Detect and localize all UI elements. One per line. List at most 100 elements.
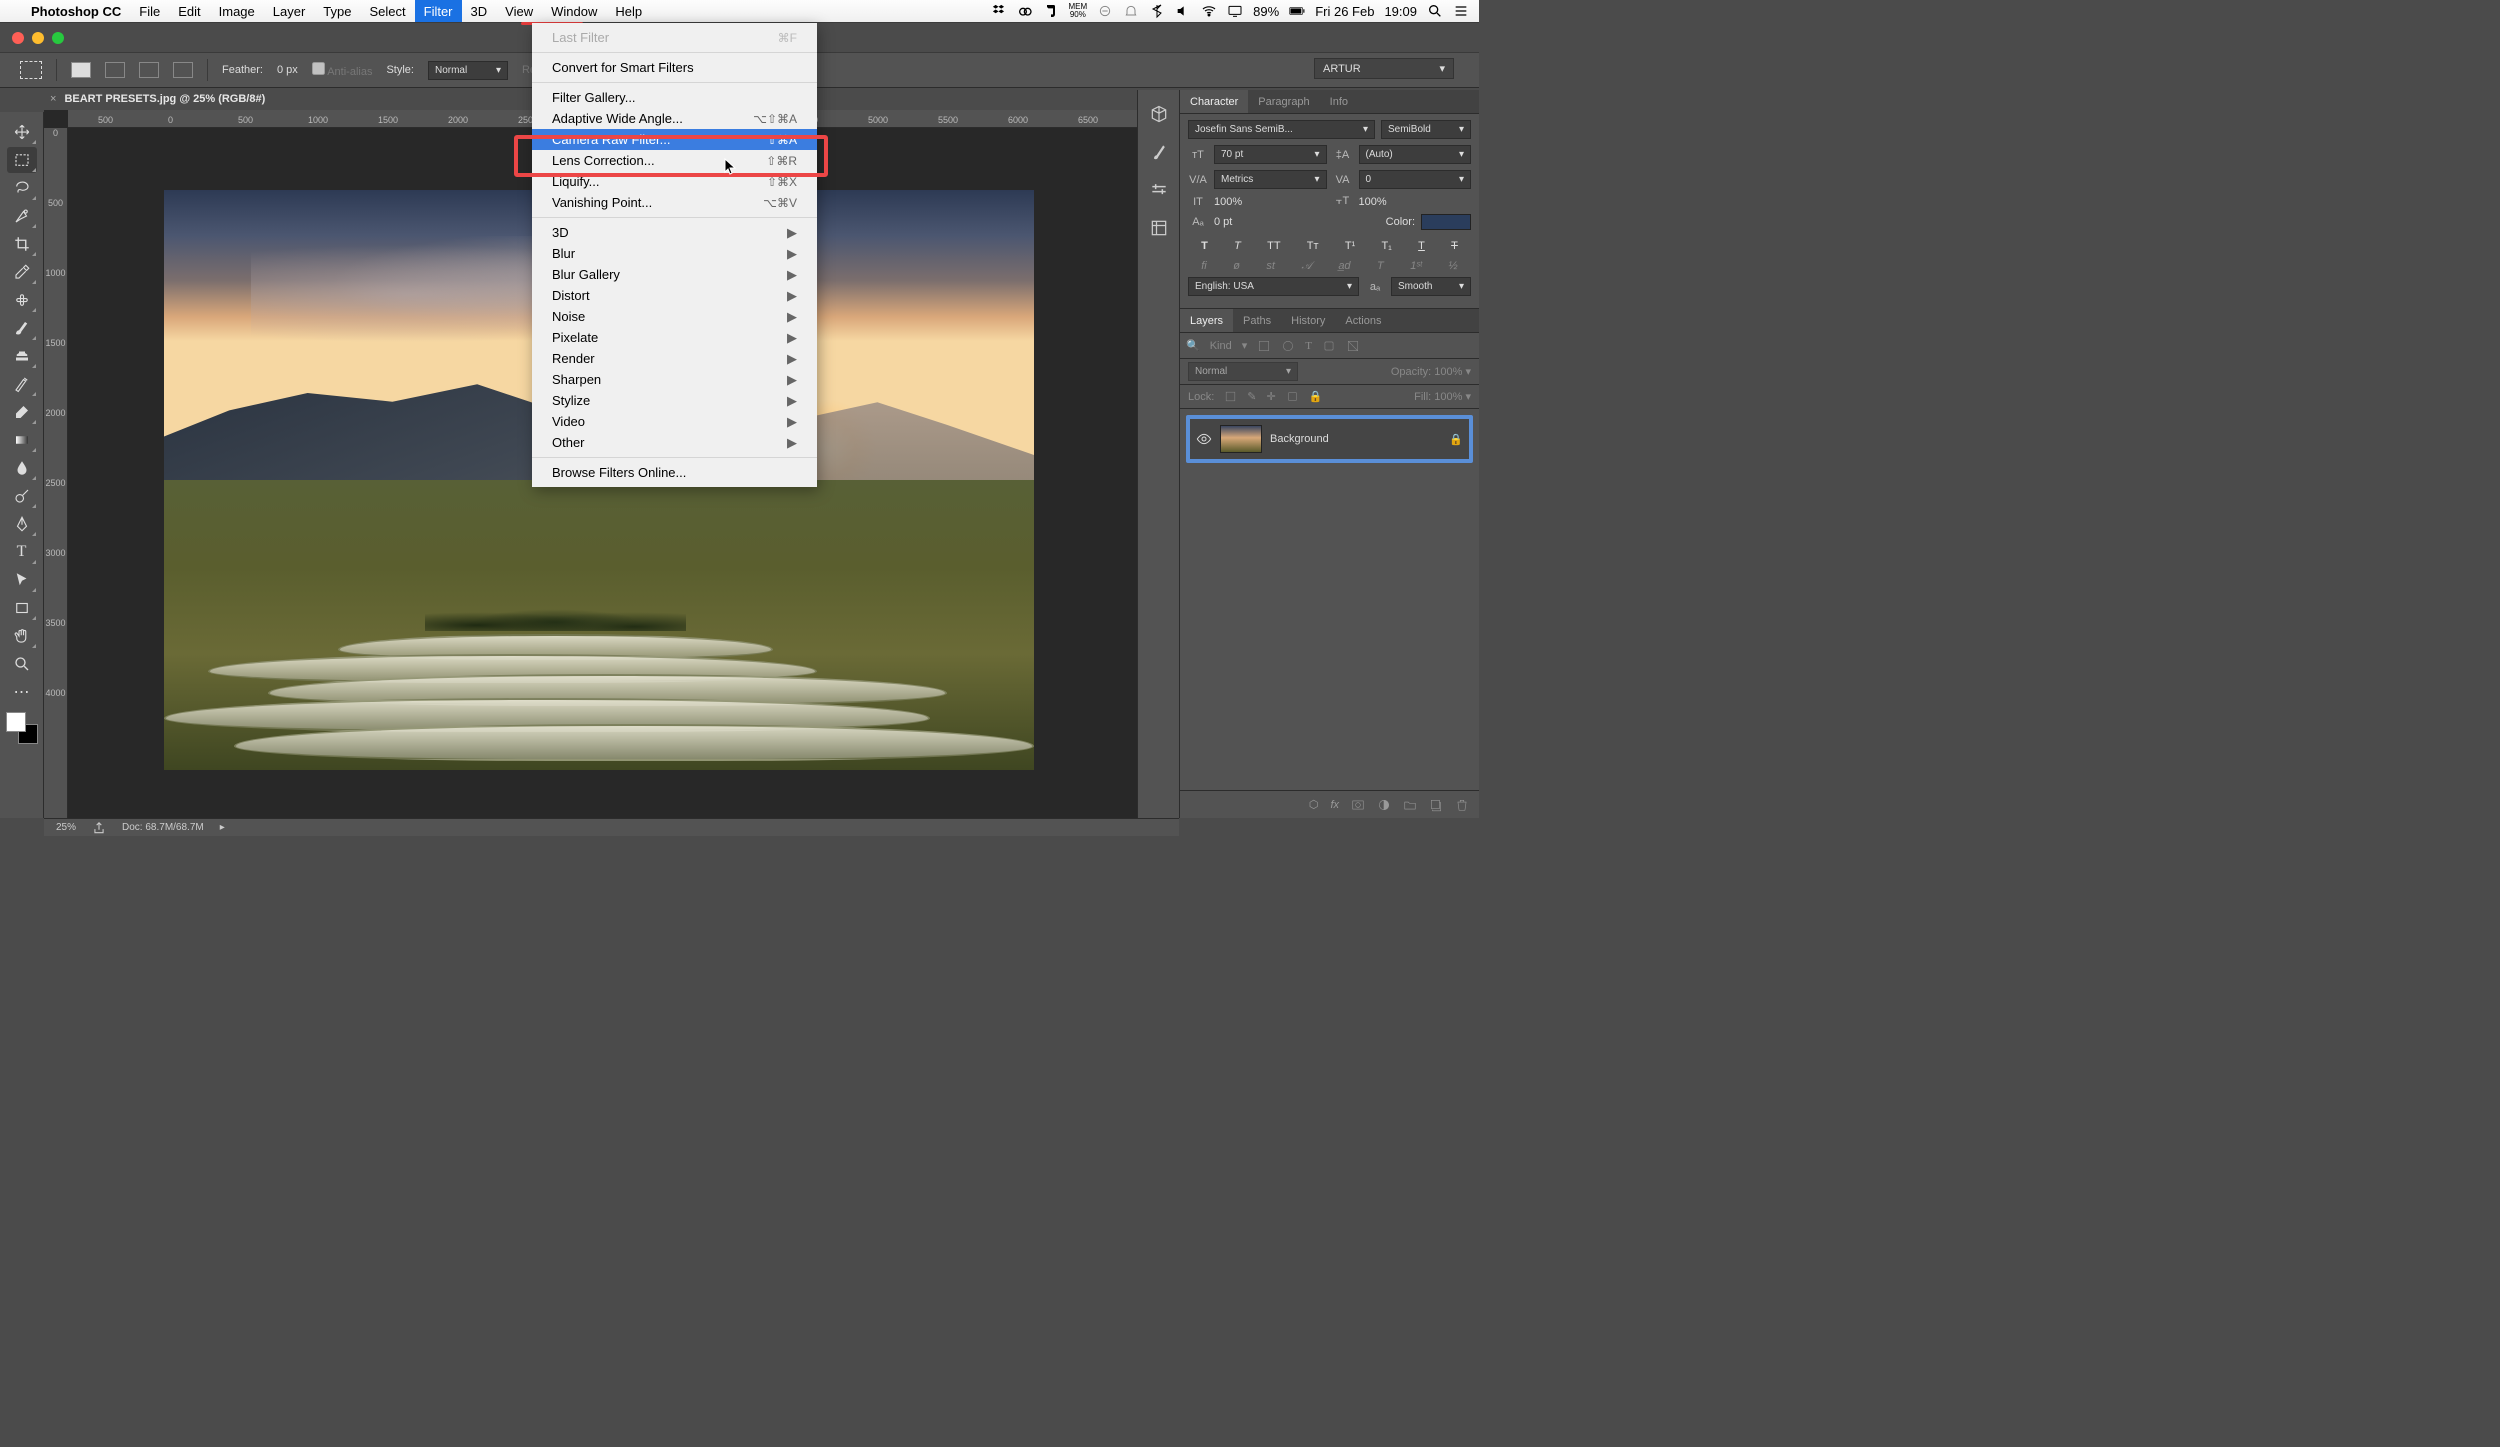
blend-mode-select[interactable]: Normal▾ [1188,362,1298,381]
maximize-window-button[interactable] [52,32,64,44]
adjustment-layer-icon[interactable] [1377,798,1391,812]
feather-value[interactable]: 0 px [277,64,298,76]
crop-tool[interactable] [7,231,37,257]
display-icon[interactable] [1227,3,1243,19]
do-not-disturb-icon[interactable] [1097,3,1113,19]
menu-file[interactable]: File [130,0,169,22]
lock-paint-icon[interactable]: ✎ [1247,390,1256,403]
menuitem-convert-smart-filters[interactable]: Convert for Smart Filters [532,57,817,78]
tab-history[interactable]: History [1281,309,1335,332]
document-tab[interactable]: BEART PRESETS.jpg @ 25% (RGB/8#) [64,93,265,105]
menuitem-render[interactable]: Render▶ [532,348,817,369]
zoom-tool[interactable] [7,651,37,677]
zoom-level[interactable]: 25% [56,822,76,833]
edit-toolbar-button[interactable]: ⋯ [7,679,37,705]
blur-tool[interactable] [7,455,37,481]
doc-size[interactable]: Doc: 68.7M/68.7M [122,822,204,833]
workspace-preset-select[interactable]: ARTUR▾ [1314,58,1454,79]
battery-percent[interactable]: 89% [1253,4,1279,19]
menu-select[interactable]: Select [360,0,414,22]
close-window-button[interactable] [12,32,24,44]
menu-edit[interactable]: Edit [169,0,209,22]
menu-view[interactable]: View [496,0,542,22]
menuitem-browse-filters-online[interactable]: Browse Filters Online... [532,462,817,483]
filter-smart-icon[interactable] [1346,339,1360,353]
tab-paragraph[interactable]: Paragraph [1248,90,1319,113]
menuitem-blur[interactable]: Blur▶ [532,243,817,264]
selection-intersect-icon[interactable] [173,62,193,78]
menuitem-filter-gallery[interactable]: Filter Gallery... [532,87,817,108]
history-brush-tool[interactable] [7,371,37,397]
tab-paths[interactable]: Paths [1233,309,1281,332]
tab-character[interactable]: Character [1180,90,1248,113]
menu-app[interactable]: Photoshop CC [22,0,130,22]
style-select[interactable]: Normal▾ [428,61,508,80]
layer-thumbnail[interactable] [1220,425,1262,453]
filter-kind[interactable]: Kind [1210,340,1232,352]
menuitem-distort[interactable]: Distort▶ [532,285,817,306]
menuitem-video[interactable]: Video▶ [532,411,817,432]
baseline-value[interactable]: 0 pt [1214,216,1380,228]
healing-brush-tool[interactable] [7,287,37,313]
leading-select[interactable]: (Auto)▾ [1359,145,1472,164]
selection-add-icon[interactable] [105,62,125,78]
move-tool[interactable] [7,119,37,145]
filter-type-icon[interactable]: T [1305,340,1312,352]
share-icon[interactable] [92,821,106,835]
eyedropper-tool[interactable] [7,259,37,285]
menu-help[interactable]: Help [606,0,651,22]
quick-selection-tool[interactable] [7,203,37,229]
lock-transparency-icon[interactable] [1224,390,1237,403]
layer-visibility-icon[interactable] [1196,431,1212,447]
3d-panel-icon[interactable] [1149,104,1169,124]
menuitem-vanishing-point[interactable]: Vanishing Point...⌥⌘V [532,192,817,213]
wifi-icon[interactable] [1201,3,1217,19]
link-layers-icon[interactable]: ⬡ [1309,798,1319,811]
bell-icon[interactable] [1123,3,1139,19]
marquee-tool[interactable] [7,147,37,173]
volume-icon[interactable] [1175,3,1191,19]
menuitem-stylize[interactable]: Stylize▶ [532,390,817,411]
lock-all-icon[interactable]: 🔒 [1309,390,1323,403]
color-swatches[interactable] [6,712,38,744]
minimize-window-button[interactable] [32,32,44,44]
fx-icon[interactable]: fx [1330,799,1339,811]
path-selection-tool[interactable] [7,567,37,593]
language-select[interactable]: English: USA▾ [1188,277,1359,296]
layer-item-background[interactable]: Background 🔒 [1190,419,1469,459]
menu-list-icon[interactable] [1453,3,1469,19]
menuitem-other[interactable]: Other▶ [532,432,817,453]
font-weight-select[interactable]: SemiBold▾ [1381,120,1471,139]
selection-subtract-icon[interactable] [139,62,159,78]
antialias-select[interactable]: Smooth▾ [1391,277,1471,296]
menuitem-camera-raw-filter[interactable]: Camera Raw Filter...⇧⌘A [532,129,817,150]
text-color-swatch[interactable] [1421,214,1471,230]
filter-adjustment-icon[interactable] [1281,339,1295,353]
pen-tool[interactable] [7,511,37,537]
menuitem-3d[interactable]: 3D▶ [532,222,817,243]
menu-window[interactable]: Window [542,0,606,22]
creative-cloud-icon[interactable] [1017,3,1033,19]
ruler-vertical[interactable]: 05001000150020002500300035004000 [44,128,68,818]
menu-type[interactable]: Type [314,0,360,22]
group-icon[interactable] [1403,798,1417,812]
menu-3d[interactable]: 3D [462,0,497,22]
foreground-swatch[interactable] [6,712,26,732]
evernote-icon[interactable] [1043,3,1059,19]
font-family-select[interactable]: Josefin Sans SemiB...▾ [1188,120,1375,139]
properties-panel-icon[interactable] [1149,218,1169,238]
menuitem-lens-correction[interactable]: Lens Correction...⇧⌘R [532,150,817,171]
vscale-value[interactable]: 100% [1214,196,1327,208]
eraser-tool[interactable] [7,399,37,425]
font-size-select[interactable]: 70 pt▾ [1214,145,1327,164]
menu-image[interactable]: Image [210,0,264,22]
filter-shape-icon[interactable] [1322,339,1336,353]
dodge-tool[interactable] [7,483,37,509]
menuitem-noise[interactable]: Noise▶ [532,306,817,327]
status-arrow-icon[interactable]: ▸ [220,822,225,833]
menubar-date[interactable]: Fri 26 Feb [1315,4,1374,19]
close-tab-button[interactable]: × [50,93,56,105]
dropbox-icon[interactable] [991,3,1007,19]
battery-icon[interactable] [1289,3,1305,19]
lock-position-icon[interactable]: ✛ [1267,390,1276,403]
